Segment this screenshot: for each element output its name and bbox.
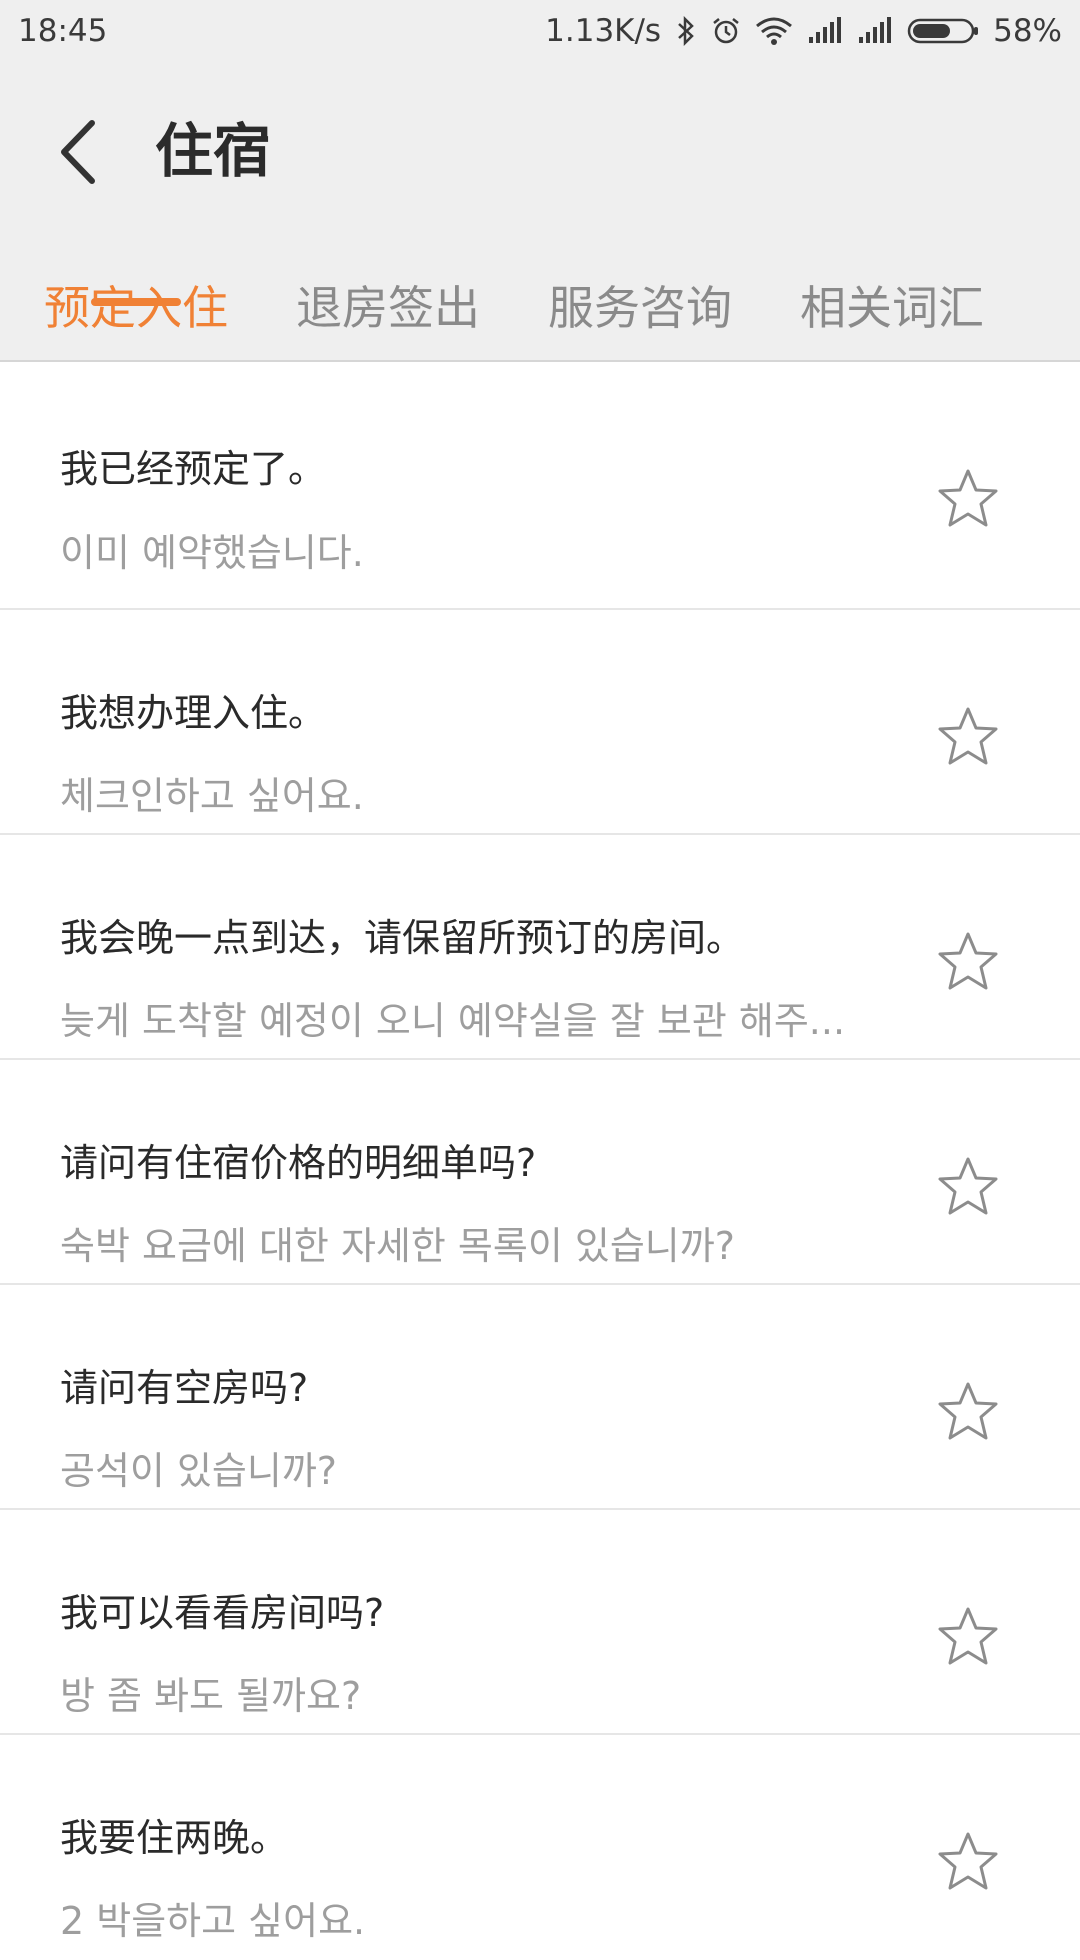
phrase-chinese: 我会晚一点到达，请保留所预订的房间。: [60, 916, 745, 960]
list-item[interactable]: 我会晚一点到达，请保留所预订的房间。 늦게 도착할 예정이 오니 예약실을 잘 …: [0, 835, 1080, 1060]
tab-bar: 预定入住 退房签出 服务咨询 相关词汇: [0, 272, 1080, 362]
star-icon[interactable]: [936, 930, 1000, 994]
phrase-korean: 늦게 도착할 예정이 오니 예약실을 잘 보관 해주...: [60, 999, 846, 1043]
phrase-chinese: 请问有住宿价格的明细单吗?: [60, 1141, 537, 1185]
alarm-icon: [711, 16, 741, 46]
status-bar: 18:45 1.13K/s 58%: [0, 0, 1080, 62]
phrase-korean: 공석이 있습니까?: [60, 1449, 337, 1493]
star-icon[interactable]: [936, 1605, 1000, 1669]
list-item[interactable]: 我想办理入住。 체크인하고 싶어요.: [0, 610, 1080, 835]
star-icon[interactable]: [936, 1155, 1000, 1219]
phrase-korean: 방 좀 봐도 될까요?: [60, 1674, 362, 1718]
network-speed: 1.13K/s: [545, 13, 662, 49]
list-item[interactable]: 我要住两晚。 2 박을하고 싶어요.: [0, 1735, 1080, 1960]
phrase-chinese: 我想办理入住。: [60, 691, 327, 735]
battery-icon: [907, 16, 979, 46]
tab-related-vocabulary[interactable]: 相关词汇: [772, 272, 1012, 362]
list-item[interactable]: 请问有住宿价格的明细单吗? 숙박 요금에 대한 자세한 목록이 있습니까?: [0, 1060, 1080, 1285]
phrase-chinese: 我可以看看房间吗?: [60, 1591, 385, 1635]
phrase-list: 我已经预定了。 이미 예약했습니다. 我想办理入住。 체크인하고 싶어요. 我会…: [0, 370, 1080, 1960]
back-button[interactable]: [48, 107, 108, 197]
list-item[interactable]: 我已经预定了。 이미 예약했습니다.: [0, 370, 1080, 610]
list-item[interactable]: 我可以看看房间吗? 방 좀 봐도 될까요?: [0, 1510, 1080, 1735]
tab-checkout[interactable]: 退房签出: [268, 272, 508, 362]
chevron-left-icon: [61, 120, 95, 184]
phrase-korean: 이미 예약했습니다.: [60, 531, 364, 575]
tab-indicator: [91, 298, 181, 306]
battery-percent: 58%: [993, 13, 1062, 49]
signal-icon: [807, 17, 843, 45]
status-time: 18:45: [18, 13, 108, 49]
phrase-korean: 2 박을하고 싶어요.: [60, 1899, 366, 1943]
signal-icon: [857, 17, 893, 45]
app-header: 住宿 预定入住 退房签出 服务咨询 相关词汇: [0, 62, 1080, 362]
phrase-chinese: 我要住两晚。: [60, 1816, 289, 1860]
phrase-korean: 숙박 요금에 대한 자세한 목록이 있습니까?: [60, 1224, 735, 1268]
list-item[interactable]: 请问有空房吗? 공석이 있습니까?: [0, 1285, 1080, 1510]
star-icon[interactable]: [936, 1380, 1000, 1444]
star-icon[interactable]: [936, 705, 1000, 769]
phrase-chinese: 我已经预定了。: [60, 447, 327, 491]
phrase-korean: 체크인하고 싶어요.: [60, 774, 364, 818]
star-icon[interactable]: [936, 467, 1000, 531]
status-icons: 1.13K/s 58%: [545, 13, 1062, 49]
star-icon[interactable]: [936, 1830, 1000, 1894]
phrase-chinese: 请问有空房吗?: [60, 1366, 309, 1410]
page-title: 住宿: [155, 117, 272, 185]
bluetooth-icon: [675, 16, 697, 46]
tab-booking-checkin[interactable]: 预定入住: [16, 272, 256, 362]
wifi-icon: [755, 16, 793, 46]
tab-service-inquiry[interactable]: 服务咨询: [520, 272, 760, 362]
